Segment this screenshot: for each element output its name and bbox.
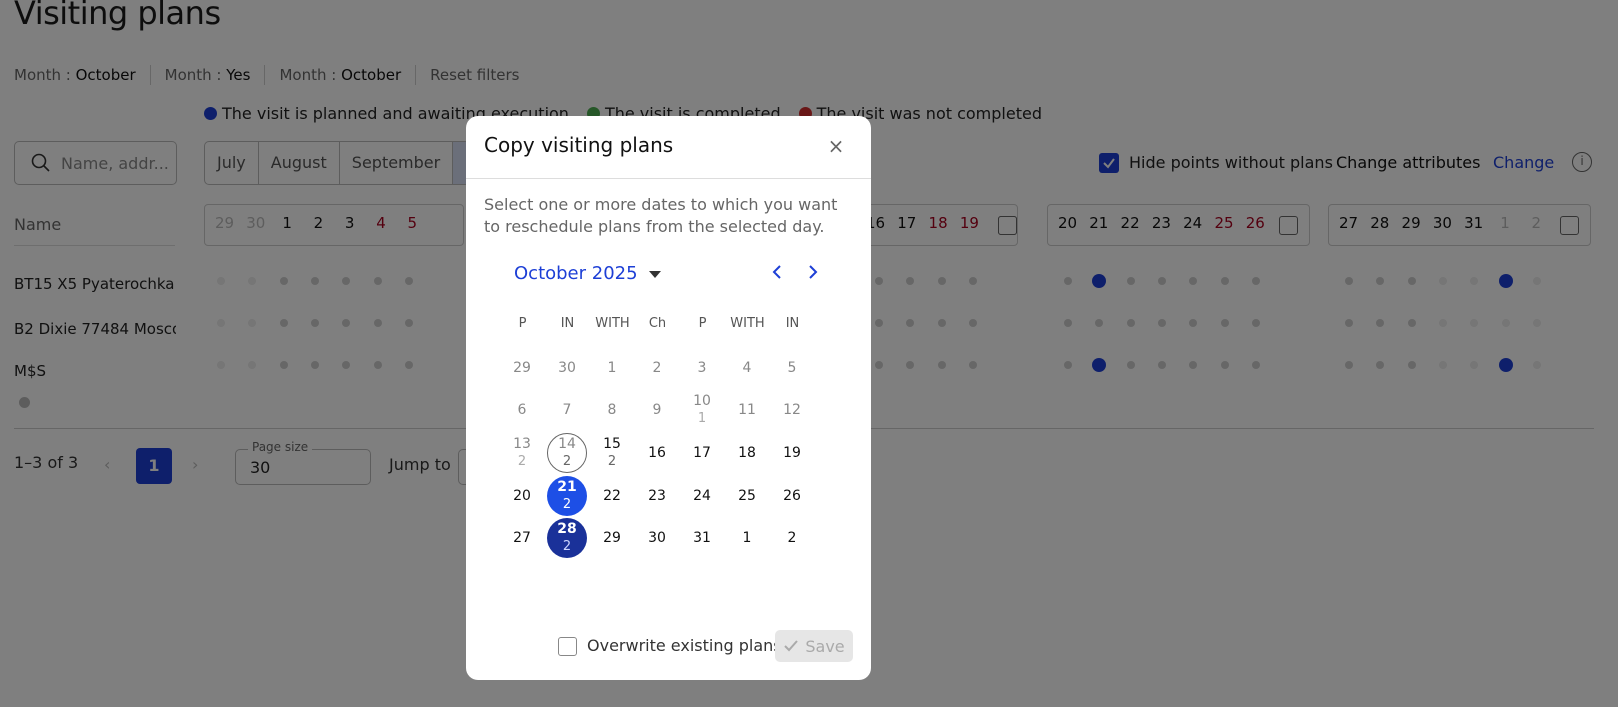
day-number: 27 [513,529,531,546]
day-number: 10 [693,393,711,409]
calendar-day[interactable]: 15 2 [592,433,632,473]
day-number: 2 [652,359,662,376]
day-number: 17 [693,444,711,461]
calendar-day[interactable]: 30 [547,348,587,388]
plan-count: 1 [697,411,707,426]
calendar-day[interactable]: 27 [502,518,542,558]
day-number: 2 [787,529,797,546]
day-number: 28 [557,521,577,537]
day-number: 18 [738,444,756,461]
calendar-day[interactable]: 25 [727,476,767,516]
check-icon [784,640,799,652]
plan-count: 2 [607,454,617,469]
calendar-day[interactable]: 19 [772,433,812,473]
chevron-left-icon[interactable] [770,262,784,286]
calendar-day[interactable]: 11 [727,390,767,430]
day-number: 23 [648,487,666,504]
calendar-day[interactable]: 5 [772,348,812,388]
day-number: 25 [738,487,756,504]
plan-count: 2 [562,539,572,554]
day-number: 3 [697,359,707,376]
dialog-title: Copy visiting plans [484,133,674,157]
calendar-day[interactable]: 30 [637,518,677,558]
day-number: 4 [742,359,752,376]
weekday-label: WITH [595,316,630,331]
day-number: 9 [652,401,662,418]
day-number: 15 [603,436,621,452]
weekday-label: IN [785,316,800,331]
dialog-description: Select one or more dates to which you wa… [484,195,838,236]
day-number: 31 [693,529,711,546]
calendar-day[interactable]: 4 [727,348,767,388]
calendar-day[interactable]: 17 [682,433,722,473]
overwrite-checkbox[interactable] [558,637,577,656]
calendar-day[interactable]: 7 [547,390,587,430]
calendar-day[interactable]: 10 1 [682,390,722,430]
calendar-day[interactable]: 24 [682,476,722,516]
day-number: 14 [558,436,576,452]
weekday-label: Ch [648,316,667,331]
calendar-day[interactable]: 21 2 [547,476,587,516]
day-number: 7 [562,401,572,418]
calendar-day[interactable]: 2 [637,348,677,388]
calendar-day[interactable]: 20 [502,476,542,516]
day-number: 5 [787,359,797,376]
weekday-label: IN [560,316,575,331]
calendar-day[interactable]: 23 [637,476,677,516]
overwrite-label: Overwrite existing plans [587,636,782,655]
calendar-day[interactable]: 31 [682,518,722,558]
plan-count: 2 [562,454,572,469]
weekday-label: WITH [730,316,765,331]
day-number: 30 [648,529,666,546]
day-number: 29 [603,529,621,546]
calendar-day[interactable]: 26 [772,476,812,516]
day-number: 12 [783,401,801,418]
plan-count: 2 [562,497,572,512]
calendar-day[interactable]: 13 2 [502,433,542,473]
calendar-day[interactable]: 22 [592,476,632,516]
calendar-day[interactable]: 16 [637,433,677,473]
day-number: 20 [513,487,531,504]
calendar-day[interactable]: 12 [772,390,812,430]
day-number: 19 [783,444,801,461]
calendar-day[interactable]: 3 [682,348,722,388]
weekday-label: P [518,316,527,331]
close-icon[interactable]: × [826,136,846,156]
day-number: 21 [557,479,577,495]
dialog-divider [466,178,871,179]
day-number: 30 [558,359,576,376]
calendar-day[interactable]: 6 [502,390,542,430]
calendar-day[interactable]: 28 2 [547,518,587,558]
chevron-right-icon[interactable] [806,262,820,286]
calendar-day[interactable]: 1 [592,348,632,388]
day-number: 29 [513,359,531,376]
calendar-day[interactable]: 29 [502,348,542,388]
day-number: 1 [742,529,752,546]
day-number: 13 [513,436,531,452]
calendar-day[interactable]: 18 [727,433,767,473]
day-number: 22 [603,487,621,504]
copy-plans-dialog: Copy visiting plans × Select one or more… [466,116,871,680]
day-number: 24 [693,487,711,504]
day-number: 16 [648,444,666,461]
calendar-day[interactable]: 8 [592,390,632,430]
calendar-day[interactable]: 29 [592,518,632,558]
day-number: 8 [607,401,617,418]
calendar-day[interactable]: 1 [727,518,767,558]
plan-count: 2 [517,454,527,469]
weekday-label: P [698,316,707,331]
day-number: 1 [607,359,617,376]
chevron-down-icon[interactable] [649,271,661,278]
save-button[interactable]: Save [775,630,853,662]
calendar-day[interactable]: 2 [772,518,812,558]
month-select[interactable]: October 2025 [514,263,638,284]
day-number: 11 [738,401,756,418]
day-number: 6 [517,401,527,418]
day-number: 26 [783,487,801,504]
calendar-day[interactable]: 9 [637,390,677,430]
calendar-day[interactable]: 14 2 [547,433,587,473]
